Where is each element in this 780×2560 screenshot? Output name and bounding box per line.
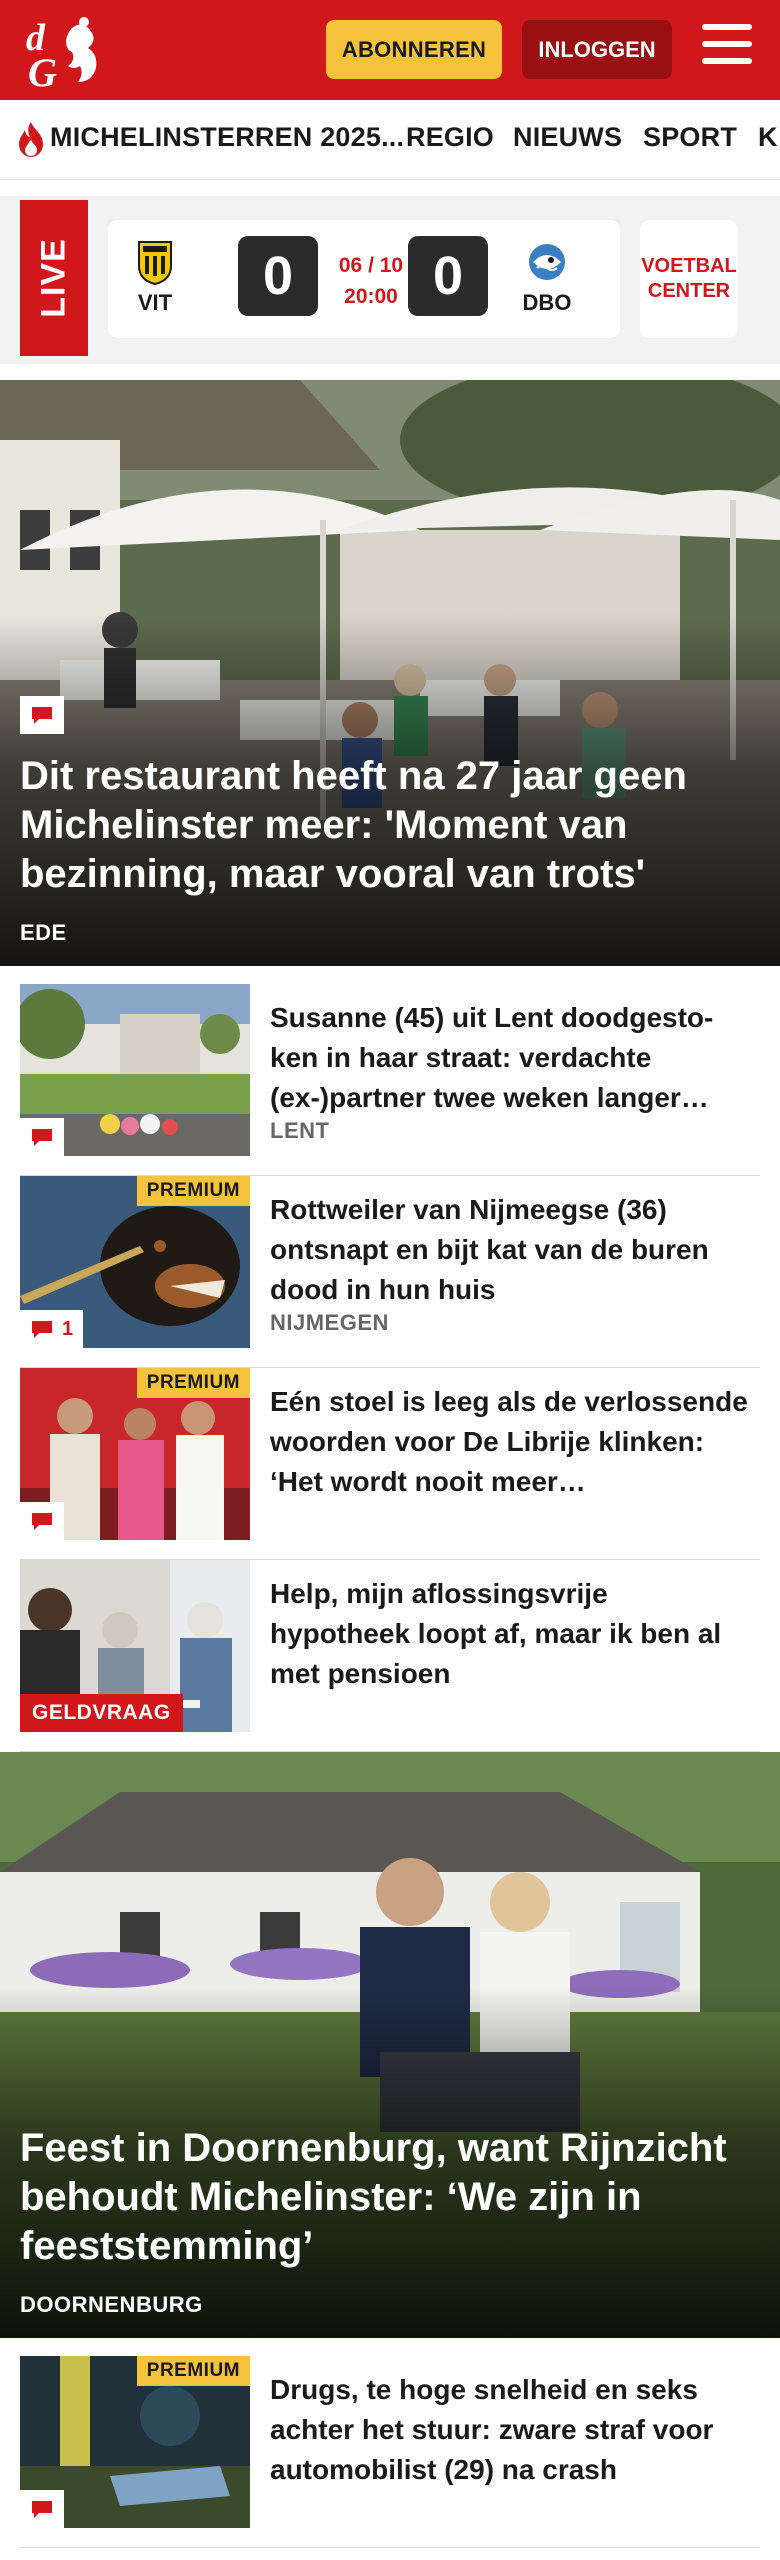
away-team: DBO <box>512 238 582 316</box>
section-nav: MICHELINSTERREN 2025... REGIO NIEUWS SPO… <box>0 100 780 180</box>
premium-badge: PREMIUM <box>136 2356 250 2386</box>
comment-badge <box>20 696 64 734</box>
live-score-widget: LIVE VIT 0 06 / 10 20:00 0 DBO VOETBAL C… <box>0 196 780 364</box>
list-item[interactable]: Susanne (45) uit Lent doodgesto­ken in h… <box>20 984 760 1176</box>
list-item[interactable]: PREMIUM Drugs, te hoge snelheid en seks … <box>20 2356 760 2548</box>
flame-icon <box>19 122 43 157</box>
svg-text:G: G <box>28 50 57 90</box>
den-bosch-crest-icon <box>529 244 565 280</box>
site-header: d G ABONNEREN INLOGGEN <box>0 0 780 100</box>
article-thumbnail: PREMIUM <box>20 1368 250 1540</box>
comment-badge <box>20 1502 64 1540</box>
article-location: LENT <box>270 1118 330 1143</box>
hero-article[interactable]: Feest in Doornenburg, want Rijnzicht beh… <box>0 1752 780 2338</box>
voetbal-center-button[interactable]: VOETBAL CENTER <box>640 220 738 338</box>
article-location: NIJMEGEN <box>270 1310 389 1335</box>
nav-item-sport[interactable]: SPORT <box>643 122 737 153</box>
nav-item-regio[interactable]: REGIO <box>406 122 494 153</box>
nav-item-nieuws[interactable]: NIEUWS <box>513 122 622 153</box>
home-team-abbr: VIT <box>137 290 173 315</box>
comment-icon <box>32 1321 52 1338</box>
article-title[interactable]: Drugs, te hoge snelheid en seks achter h… <box>270 2370 750 2490</box>
list-item[interactable]: PREMIUM Eén stoel is leeg als de verloss… <box>20 1368 760 1560</box>
away-score: 0 <box>408 236 488 316</box>
home-score: 0 <box>238 236 318 316</box>
article-thumbnail: PREMIUM <box>20 2356 250 2528</box>
comment-badge <box>20 1118 64 1156</box>
article-thumbnail: GELDVRAAG <box>20 1560 250 1732</box>
comment-icon <box>32 1513 52 1530</box>
article-title[interactable]: Eén stoel is leeg als de verlossen­de wo… <box>270 1382 750 1502</box>
comment-icon <box>32 2501 52 2518</box>
article-thumbnail: PREMIUM 1 <box>20 1176 250 1348</box>
hero-location: DOORNENBURG <box>20 2292 203 2317</box>
home-team: VIT <box>120 238 190 316</box>
list-item[interactable]: GELDVRAAG Help, mijn aflossingsvrije hyp… <box>20 1560 760 1752</box>
match-date: 06 / 10 <box>338 254 404 277</box>
geldvraag-tag: GELDVRAAG <box>20 1694 183 1732</box>
hero-location: EDE <box>20 920 67 945</box>
dg-logo[interactable]: d G <box>22 10 118 90</box>
away-team-abbr: DBO <box>522 290 572 315</box>
article-title[interactable]: Rottweiler van Nijmeegse (36) ontsnapt e… <box>270 1190 750 1310</box>
nav-item-michelinsterren[interactable]: MICHELINSTERREN 2025... <box>50 122 404 153</box>
hero-title[interactable]: Dit restaurant heeft na 27 jaar geen Mic… <box>20 752 750 899</box>
nav-item-k[interactable]: K <box>758 122 778 153</box>
premium-badge: PREMIUM <box>136 1368 250 1398</box>
comment-badge: 1 <box>20 1310 84 1348</box>
match-time: 20:00 <box>344 285 398 308</box>
premium-badge: PREMIUM <box>136 1176 250 1206</box>
comment-icon <box>32 707 52 724</box>
article-title[interactable]: Susanne (45) uit Lent doodgesto­ken in h… <box>270 998 750 1118</box>
comment-badge <box>20 2490 64 2528</box>
menu-icon[interactable] <box>702 24 752 72</box>
article-thumbnail <box>20 984 250 1156</box>
comment-icon <box>32 1129 52 1146</box>
live-label: LIVE <box>20 200 88 356</box>
match-datetime: 06 / 10 20:00 <box>326 250 416 312</box>
match-card[interactable]: VIT 0 06 / 10 20:00 0 DBO <box>108 220 620 338</box>
subscribe-button[interactable]: ABONNEREN <box>326 20 502 79</box>
vitesse-crest-icon <box>138 241 172 286</box>
hero-title[interactable]: Feest in Doornenburg, want Rijnzicht beh… <box>20 2124 750 2271</box>
article-title[interactable]: Help, mijn aflossingsvrije hypotheek loo… <box>270 1574 750 1694</box>
login-button[interactable]: INLOGGEN <box>522 20 672 79</box>
hero-article[interactable]: Dit restaurant heeft na 27 jaar geen Mic… <box>0 380 780 966</box>
comment-count: 1 <box>62 1317 74 1340</box>
list-item[interactable]: PREMIUM 1 Rottweiler van Nijmeegse (36) … <box>20 1176 760 1368</box>
